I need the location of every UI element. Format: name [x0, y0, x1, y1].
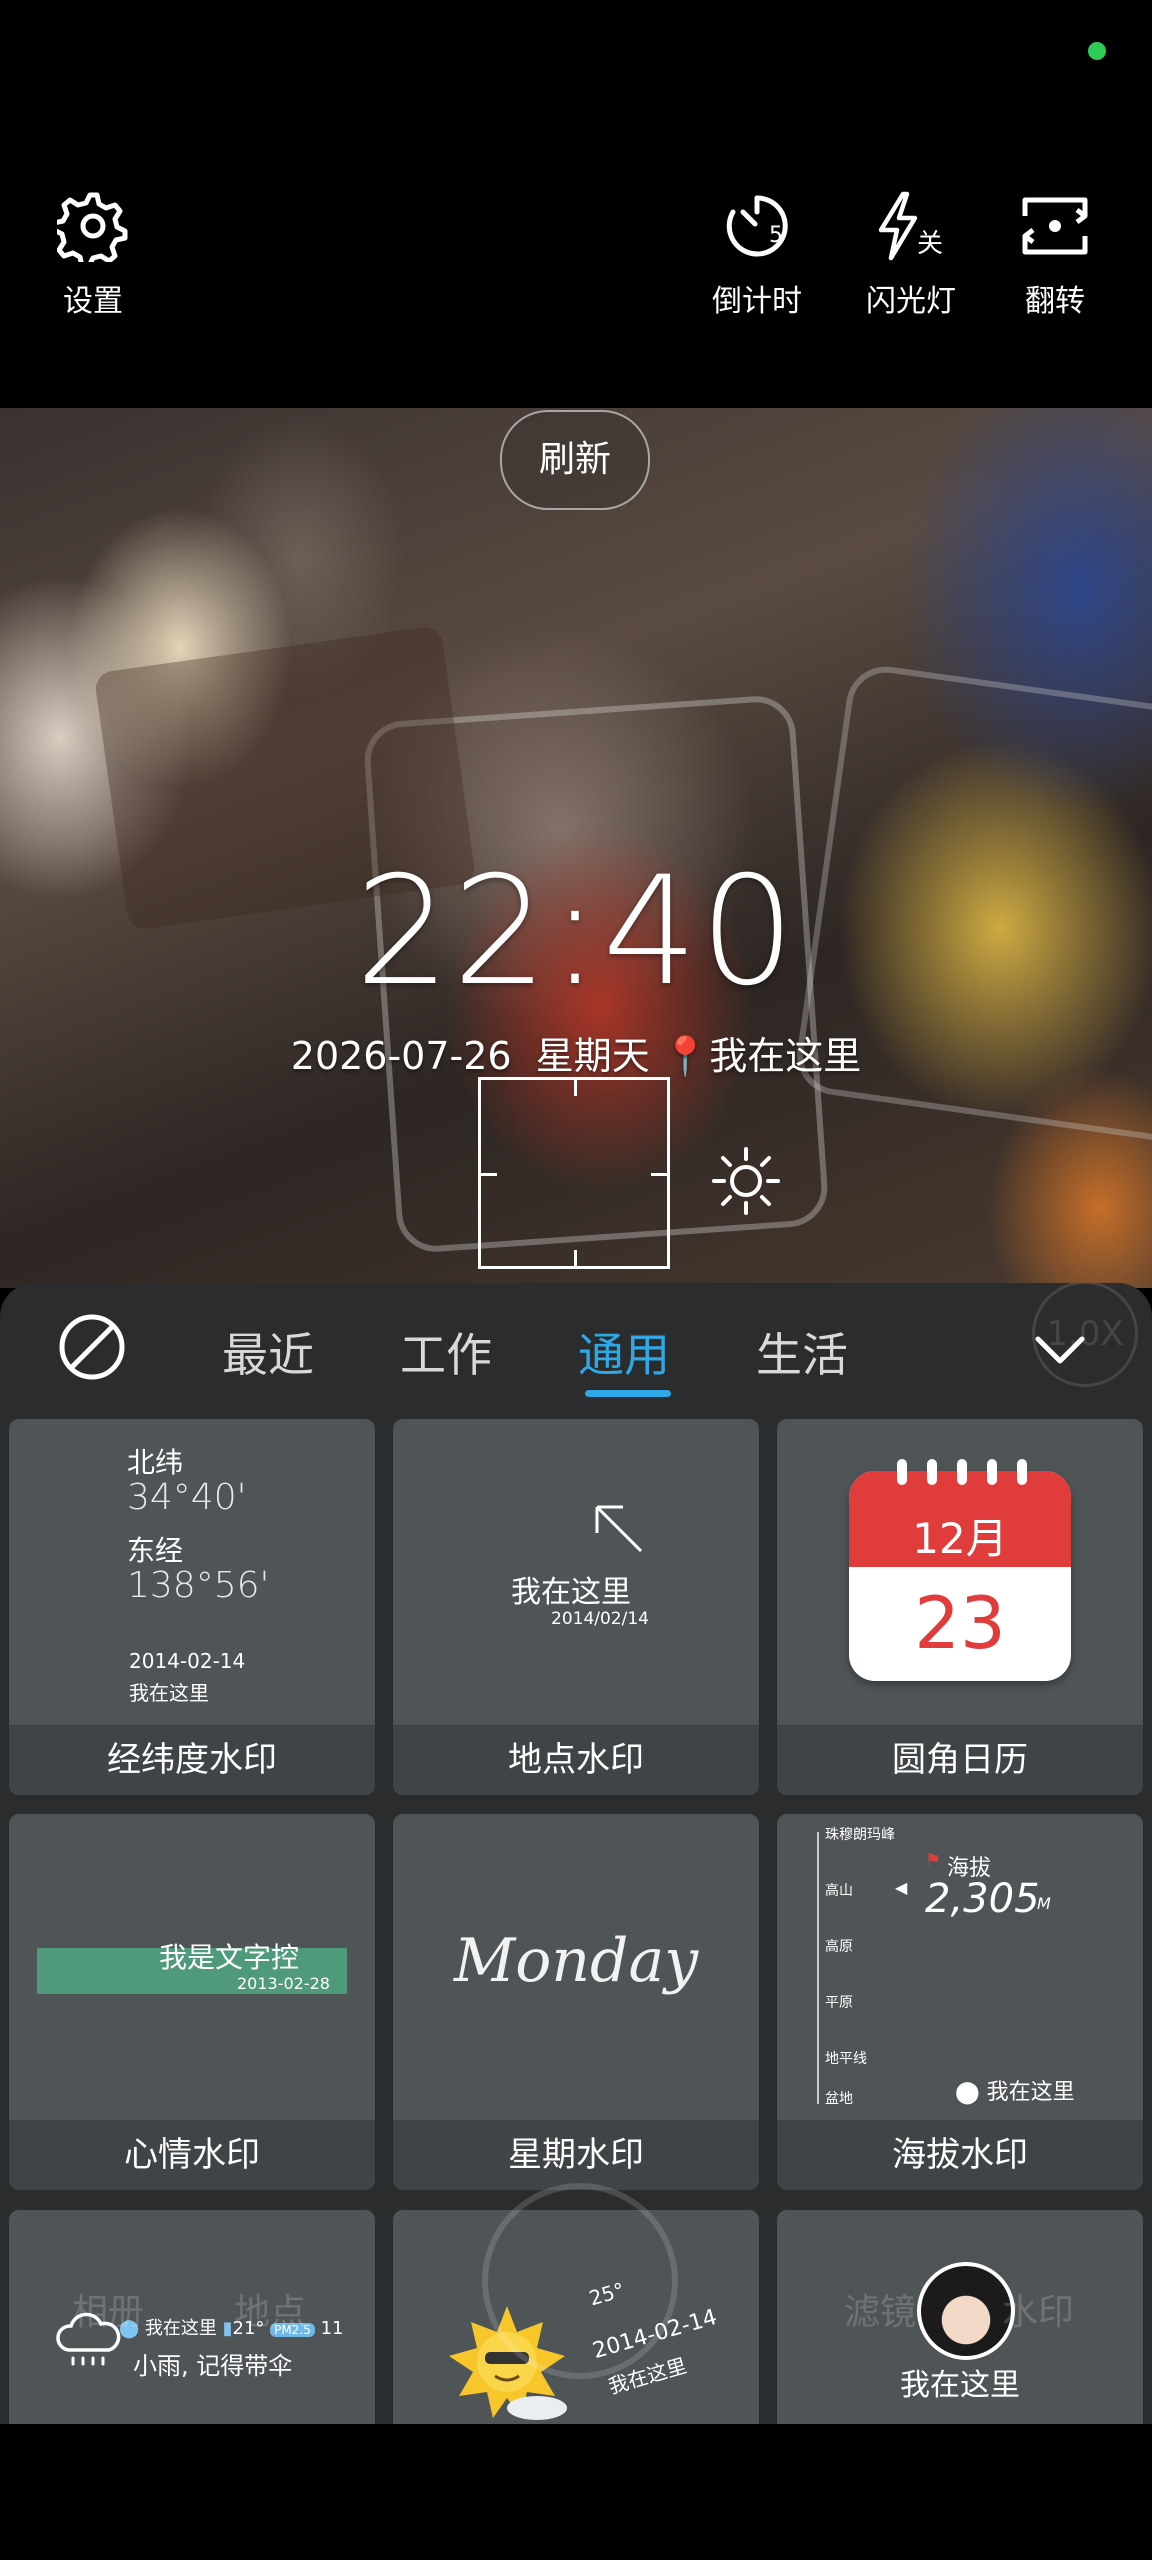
- zoom-indicator: 1.0X: [1032, 1283, 1138, 1387]
- altitude-place-text: 我在这里: [986, 2080, 1075, 2105]
- tab-recent[interactable]: 最近: [222, 1319, 314, 1385]
- weather-place: 我在这里: [144, 2318, 217, 2339]
- card-caption: 海拔水印: [777, 2120, 1143, 2190]
- place-date: 2014/02/14: [551, 1609, 649, 1629]
- altitude-value: 2,305: [925, 1876, 1040, 1922]
- scale-label: 地平线: [825, 2051, 867, 2067]
- location-pin-icon: 📍: [661, 1034, 710, 1078]
- gear-icon: [57, 192, 128, 262]
- latlng-place: 我在这里: [129, 1681, 209, 1705]
- no-watermark-icon[interactable]: [56, 1311, 128, 1383]
- flip-camera-icon: [1022, 197, 1088, 255]
- watermark-dateline: 2026-07-26 星期天 📍我在这里: [0, 1025, 1152, 1080]
- category-tabs: 最近 工作 通用 生活 1.0X: [0, 1283, 1152, 1413]
- latlng-date: 2014-02-14: [129, 1649, 246, 1673]
- flash-state: 关: [917, 229, 943, 259]
- watermark-panel: 最近 工作 通用 生活 1.0X 北纬 34°40' 东经 138°56' 20…: [0, 1283, 1152, 2560]
- watermark-weekday: 星期天: [535, 1034, 650, 1078]
- watermark-card-calendar[interactable]: 12月 23 圆角日历: [777, 1419, 1143, 1795]
- latitude-label: 北纬: [127, 1446, 184, 1479]
- location-pin-icon: ⬤: [955, 2080, 980, 2105]
- flip-camera-button[interactable]: 翻转: [990, 190, 1120, 320]
- timer-button[interactable]: 5 倒计时: [692, 190, 822, 320]
- scale-label: 高山: [825, 1883, 853, 1899]
- card-caption: 经纬度水印: [9, 1725, 375, 1795]
- nav-watermark[interactable]: 水印: [1002, 2283, 1074, 2335]
- watermark-card-latlng[interactable]: 北纬 34°40' 东经 138°56' 2014-02-14 我在这里 经纬度…: [9, 1419, 375, 1795]
- calendar-rings: [897, 1459, 1027, 1485]
- scale-label: 珠穆朗玛峰: [825, 1827, 895, 1843]
- exposure-sun-icon[interactable]: [710, 1145, 782, 1217]
- watermark-card-place[interactable]: 我在这里 2014/02/14 地点水印: [393, 1419, 759, 1795]
- weekday-text: Monday: [453, 1926, 699, 1996]
- watermark-card-mood[interactable]: 我是文字控 2013-02-28 心情水印: [9, 1814, 375, 2190]
- card-caption: 圆角日历: [777, 1725, 1143, 1795]
- avatar: [917, 2262, 1015, 2360]
- calendar-day: 23: [914, 1581, 1006, 1665]
- calendar-month: 12月: [912, 1514, 1008, 1563]
- nav-album[interactable]: 相册: [72, 2283, 144, 2335]
- timer-value: 5: [769, 223, 783, 248]
- scale-label: 平原: [825, 1995, 853, 2011]
- card-caption: 星期水印: [393, 2120, 759, 2190]
- avatar-place: 我在这里: [900, 2368, 1020, 2403]
- scale-label: 盆地: [825, 2091, 853, 2107]
- watermark-date: 2026-07-26: [290, 1034, 512, 1078]
- card-caption: 地点水印: [393, 1725, 759, 1795]
- longitude-label: 东经: [127, 1534, 184, 1567]
- longitude-value: 138°56': [127, 1565, 270, 1606]
- weather-text: 小雨, 记得带伞: [133, 2352, 293, 2380]
- refresh-button[interactable]: 刷新: [500, 410, 650, 510]
- nav-location[interactable]: 地点: [234, 2283, 306, 2335]
- active-tab-indicator: [585, 1390, 671, 1397]
- status-indicator: [1088, 42, 1106, 60]
- watermark-card-weekday[interactable]: Monday 星期水印: [393, 1814, 759, 2190]
- scale-label: 高原: [825, 1939, 853, 1955]
- tab-life[interactable]: 生活: [756, 1319, 848, 1385]
- settings-button[interactable]: 设置: [28, 190, 158, 320]
- altitude-place: ⬤ 我在这里: [955, 2074, 1075, 2106]
- place-text: 我在这里: [511, 1575, 631, 1610]
- calendar-widget: 12月 23: [849, 1471, 1071, 1681]
- watermark-card-altitude[interactable]: 珠穆朗玛峰 高山 高原 平原 地平线 盆地 ◀ ⚑ 海拔 2,305 M ⬤ 我…: [777, 1814, 1143, 2190]
- arrow-up-left-icon: [595, 1505, 643, 1553]
- flash-button[interactable]: 关 闪光灯: [846, 190, 976, 320]
- tab-work[interactable]: 工作: [400, 1319, 492, 1385]
- altitude-pointer-icon: ◀: [895, 1878, 908, 1897]
- mood-date: 2013-02-28: [237, 1974, 330, 1993]
- altitude-scale-line: [817, 1832, 819, 2104]
- thermometer-icon: ▮: [222, 2318, 233, 2339]
- focus-frame[interactable]: [478, 1077, 670, 1269]
- mood-text: 我是文字控: [159, 1941, 300, 1974]
- latitude-value: 34°40': [127, 1477, 247, 1518]
- timer-icon: 5: [726, 195, 788, 257]
- settings-label: 设置: [63, 284, 123, 319]
- bottom-bar: [0, 2424, 1152, 2560]
- altitude-flag-icon: ⚑: [925, 1850, 942, 1871]
- flash-label: 闪光灯: [866, 284, 956, 319]
- tab-general[interactable]: 通用: [578, 1319, 670, 1385]
- altitude-unit: M: [1037, 1894, 1051, 1913]
- weather-meta: ⬤ 我在这里 ▮21° PM2.5 11: [119, 2314, 344, 2340]
- top-toolbar: 设置 5 倒计时 关 闪光灯 翻转: [0, 0, 1152, 408]
- nav-filter[interactable]: 滤镜: [844, 2283, 916, 2335]
- shutter-button[interactable]: [482, 2183, 678, 2379]
- watermark-location: 我在这里: [709, 1034, 862, 1078]
- flip-label: 翻转: [1025, 284, 1085, 319]
- timer-label: 倒计时: [712, 284, 802, 319]
- aqi-value: 11: [320, 2318, 344, 2339]
- flash-icon: 关: [878, 191, 943, 261]
- watermark-time: 22:40: [354, 845, 798, 1019]
- card-caption: 心情水印: [9, 2120, 375, 2190]
